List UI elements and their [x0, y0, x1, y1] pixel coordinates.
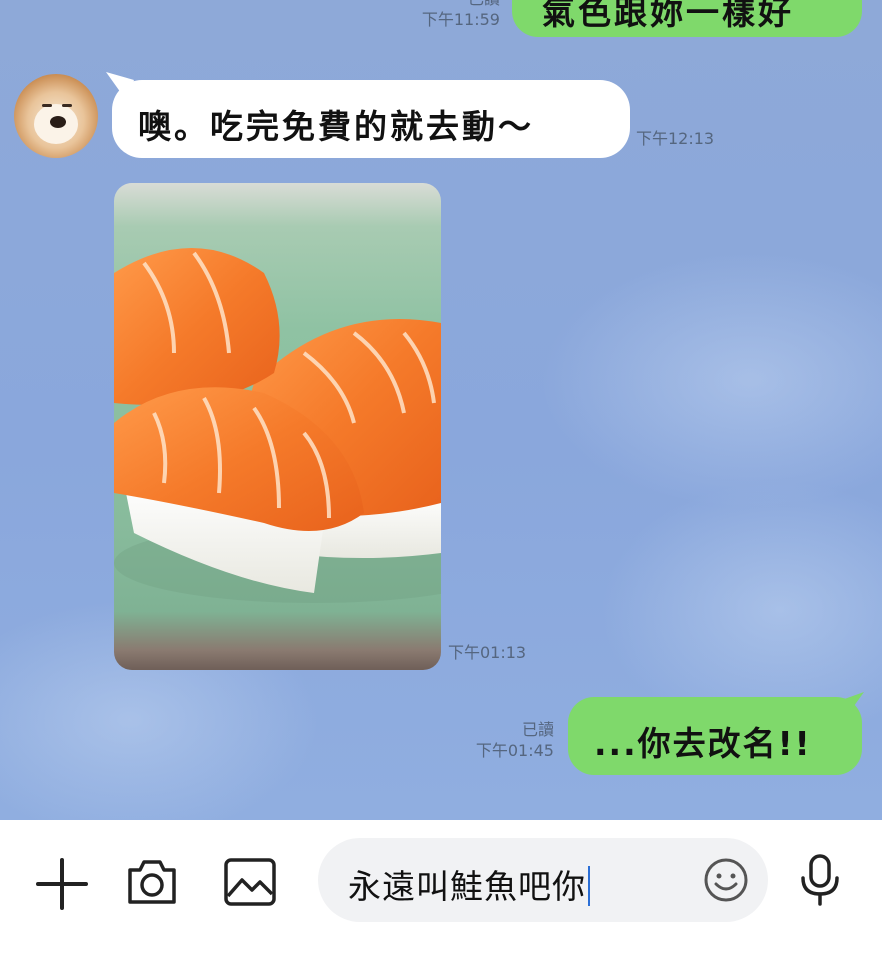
message-text: 噢。吃完免費的就去動～ [138, 107, 534, 146]
avatar-eye [62, 104, 72, 107]
message-input-text: 永遠叫鮭魚吧你 [348, 867, 586, 906]
message-bubble-outgoing[interactable]: ...你去改名!! [568, 697, 862, 775]
chat-area[interactable]: 已讀 下午11:59 氣色跟妳一樣好 噢。吃完免費的就去動～ 下午12:13 [0, 0, 882, 820]
message-meta: 已讀 下午11:59 [396, 0, 500, 30]
microphone-icon[interactable] [798, 852, 842, 908]
message-meta: 已讀 下午01:45 [452, 719, 554, 761]
avatar[interactable] [14, 74, 98, 158]
message-text: 氣色跟妳一樣好 [542, 0, 794, 32]
emoji-icon[interactable] [702, 856, 750, 904]
message-bubble-outgoing[interactable]: 氣色跟妳一樣好 [512, 0, 862, 37]
read-receipt: 已讀 [396, 0, 500, 9]
message-time: 下午12:13 [636, 129, 715, 148]
salmon-sushi-image [114, 248, 441, 603]
text-cursor [588, 866, 590, 906]
message-time: 下午01:45 [475, 741, 554, 760]
camera-icon[interactable] [124, 854, 180, 910]
message-time: 下午01:13 [448, 643, 527, 662]
image-message[interactable] [114, 183, 441, 670]
message-input-field[interactable]: 永遠叫鮭魚吧你 [318, 838, 768, 922]
plus-icon[interactable] [34, 856, 90, 912]
avatar-nose [50, 116, 66, 128]
message-text: ...你去改名!! [594, 724, 812, 763]
message-time: 下午11:59 [421, 10, 500, 29]
avatar-eye [42, 104, 52, 107]
image-icon[interactable] [222, 856, 278, 908]
message-bubble-incoming[interactable]: 噢。吃完免費的就去動～ [112, 80, 630, 158]
read-receipt: 已讀 [521, 720, 554, 739]
background-cloud [540, 250, 882, 510]
